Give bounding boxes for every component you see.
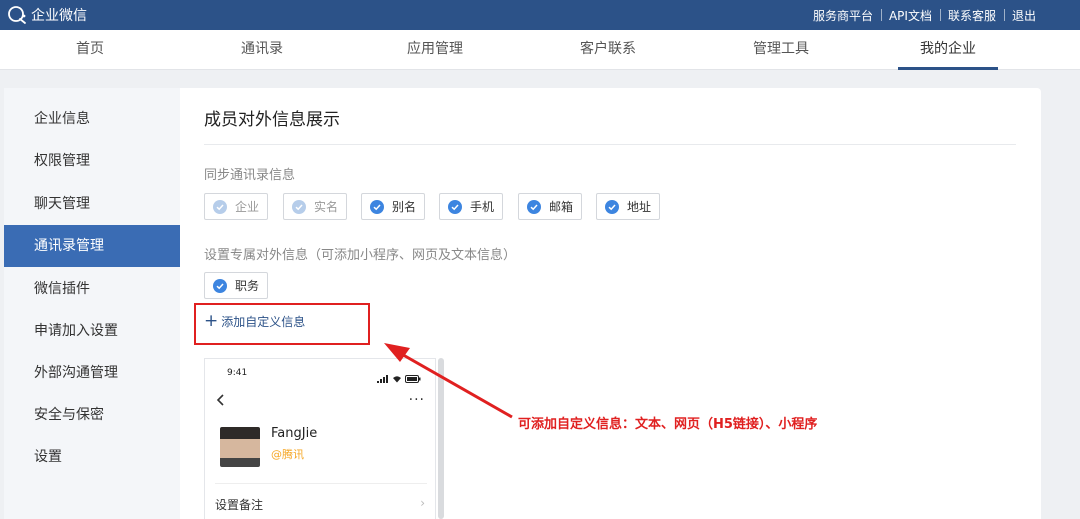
- signal-icon: [377, 368, 389, 387]
- top-links: 服务商平台 API文档 联系客服 退出: [805, 0, 1044, 30]
- tab-my-enterprise[interactable]: 我的企业: [898, 30, 998, 70]
- status-time: 9:41: [227, 368, 248, 378]
- sync-section-label: 同步通讯录信息: [204, 168, 296, 183]
- top-link-logout[interactable]: 退出: [1003, 7, 1044, 24]
- tab-management-tools[interactable]: 管理工具: [721, 30, 841, 70]
- annotation-text: 可添加自定义信息：文本、网页（H5链接）、小程序: [518, 417, 818, 432]
- check-icon: [527, 199, 541, 214]
- person-name: FangJie: [271, 426, 318, 441]
- brand-name: 企业微信: [31, 8, 87, 24]
- chip-alias[interactable]: 别名: [361, 193, 425, 220]
- back-icon[interactable]: [215, 392, 227, 406]
- top-bar: 企业微信 服务商平台 API文档 联系客服 退出: [0, 0, 1080, 30]
- page-title: 成员对外信息展示: [204, 110, 340, 130]
- sidebar-item-security[interactable]: 安全与保密: [4, 394, 180, 436]
- chip-label: 别名: [392, 200, 417, 214]
- chip-realname: 实名: [283, 193, 347, 220]
- chip-label: 邮箱: [549, 200, 574, 214]
- sidebar-item-join-settings[interactable]: 申请加入设置: [4, 310, 180, 352]
- check-icon: [292, 199, 306, 214]
- phone-divider: [215, 483, 427, 484]
- sidebar-item-contacts-management[interactable]: 通讯录管理: [4, 225, 180, 267]
- check-icon: [448, 199, 462, 214]
- sidebar-item-settings[interactable]: 设置: [4, 436, 180, 478]
- custom-section-label: 设置专属对外信息（可添加小程序、网页及文本信息）: [204, 248, 517, 263]
- chip-label: 手机: [470, 200, 495, 214]
- chip-label: 职务: [235, 279, 260, 293]
- phone-preview: 9:41 ··· FangJie @腾讯 设置备注 ›: [204, 358, 436, 519]
- top-link-service-platform[interactable]: 服务商平台: [805, 7, 881, 24]
- sidebar-item-external-communication[interactable]: 外部沟通管理: [4, 352, 180, 394]
- wifi-icon: [392, 368, 402, 387]
- chip-phone[interactable]: 手机: [439, 193, 503, 220]
- tab-contacts[interactable]: 通讯录: [202, 30, 322, 70]
- tab-home[interactable]: 首页: [30, 30, 150, 70]
- sidebar-item-permissions[interactable]: 权限管理: [4, 140, 180, 182]
- sidebar-item-chat-management[interactable]: 聊天管理: [4, 183, 180, 225]
- check-icon: [213, 199, 227, 214]
- sidebar-item-wechat-plugin[interactable]: 微信插件: [4, 268, 180, 310]
- chip-position[interactable]: 职务: [204, 272, 268, 299]
- brand[interactable]: 企业微信: [6, 4, 87, 26]
- set-remark-label[interactable]: 设置备注: [215, 496, 263, 513]
- battery-icon: [405, 368, 421, 387]
- page-background-right: [1041, 88, 1080, 519]
- chip-label: 地址: [627, 200, 652, 214]
- check-icon: [605, 199, 619, 214]
- person-org: @腾讯: [271, 448, 304, 461]
- top-link-contact-support[interactable]: 联系客服: [939, 7, 1004, 24]
- chip-email[interactable]: 邮箱: [518, 193, 582, 220]
- check-icon: [370, 199, 384, 214]
- chip-enterprise: 企业: [204, 193, 268, 220]
- check-icon: [213, 278, 227, 293]
- chip-address[interactable]: 地址: [596, 193, 660, 220]
- chevron-right-icon: ›: [420, 496, 425, 510]
- chip-label: 实名: [314, 200, 339, 214]
- title-divider: [204, 144, 1016, 145]
- sidebar-item-enterprise-info[interactable]: 企业信息: [4, 98, 180, 140]
- preview-scrollbar[interactable]: [438, 358, 444, 519]
- main-nav: 首页 通讯录 应用管理 客户联系 管理工具 我的企业: [0, 30, 1080, 70]
- avatar: [220, 427, 260, 467]
- tab-app-management[interactable]: 应用管理: [375, 30, 495, 70]
- tab-customer-contact[interactable]: 客户联系: [548, 30, 668, 70]
- top-link-api-docs[interactable]: API文档: [880, 7, 940, 24]
- status-icons: [377, 368, 421, 387]
- sidebar: 企业信息 权限管理 聊天管理 通讯录管理 微信插件 申请加入设置 外部沟通管理 …: [4, 88, 180, 519]
- wecom-logo-icon: [6, 4, 28, 26]
- highlight-box: [194, 303, 370, 345]
- chip-label: 企业: [235, 200, 260, 214]
- more-icon[interactable]: ···: [409, 392, 425, 408]
